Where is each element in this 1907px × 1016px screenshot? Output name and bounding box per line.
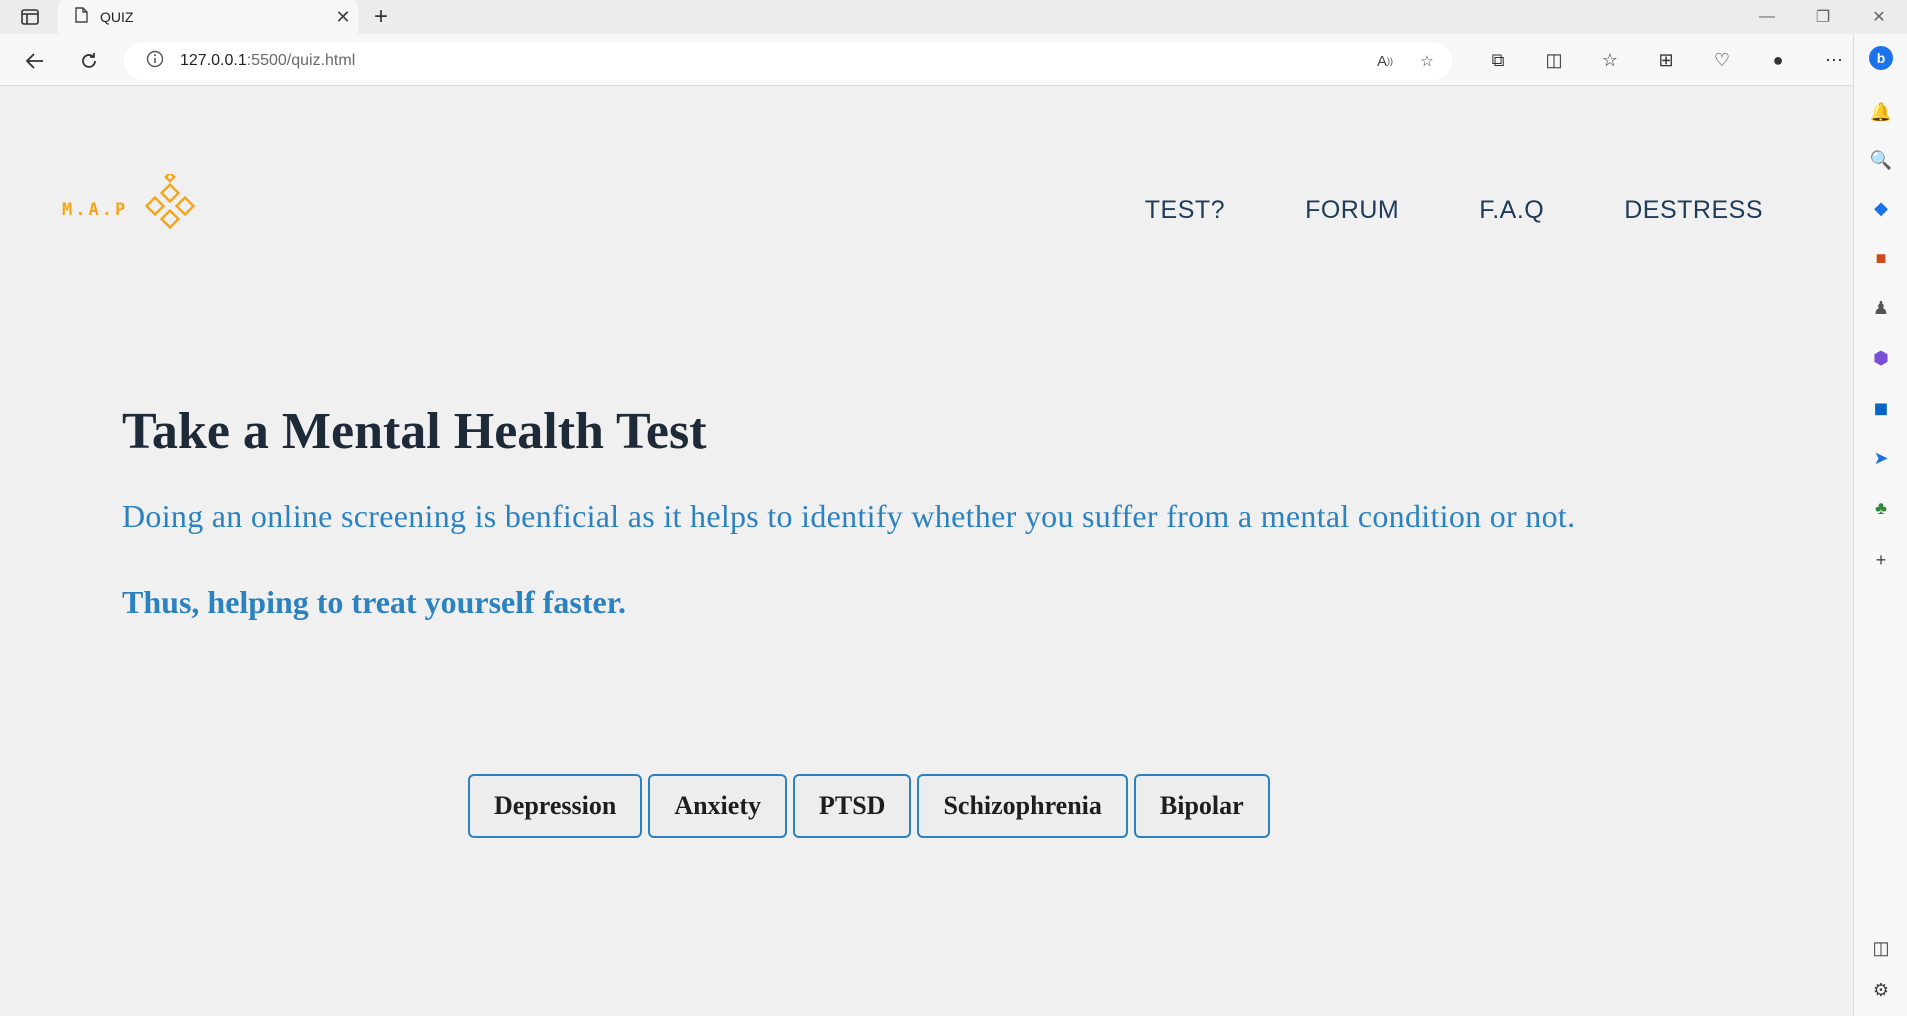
send-icon[interactable]: ➤	[1867, 444, 1895, 472]
collections-icon[interactable]: ⊞	[1638, 44, 1694, 76]
browser-tab[interactable]: QUIZ ✕	[58, 0, 358, 34]
site-info-icon[interactable]	[146, 50, 164, 73]
logo-text: M.A.P	[62, 200, 129, 220]
tab-close-icon[interactable]: ✕	[328, 2, 358, 32]
add-sidebar-app-icon[interactable]: +	[1867, 546, 1895, 574]
tab-bar: QUIZ ✕ + — ❐ ✕	[0, 0, 1907, 34]
page-heading: Take a Mental Health Test	[122, 403, 707, 460]
nav-faq[interactable]: F.A.Q	[1479, 196, 1544, 225]
search-icon[interactable]: 🔍	[1867, 146, 1895, 174]
new-tab-button[interactable]: +	[366, 3, 396, 31]
sidebar-toggle-icon[interactable]: ◫	[1867, 934, 1895, 962]
diamond-logo-icon	[144, 174, 196, 230]
restore-button[interactable]: ❐	[1795, 0, 1851, 34]
tab-title: QUIZ	[100, 9, 134, 25]
description-text: Doing an online screening is benficial a…	[122, 498, 1576, 534]
tab-actions-icon[interactable]	[14, 6, 46, 28]
url-text: 127.0.0.1:5500/quiz.html	[180, 52, 355, 70]
read-aloud-icon[interactable]: A))	[1370, 48, 1400, 74]
nav-test[interactable]: TEST?	[1145, 196, 1225, 225]
extensions-icon[interactable]: ⧉	[1470, 44, 1526, 76]
nav-forum[interactable]: FORUM	[1305, 196, 1399, 225]
page-icon	[74, 6, 88, 28]
favorite-star-icon[interactable]: ☆	[1412, 48, 1442, 74]
emphasis-text: Thus, helping to treat yourself faster.	[122, 584, 626, 620]
ptsd-test-button[interactable]: PTSD	[792, 774, 912, 838]
svg-text:b: b	[1877, 50, 1886, 66]
main-nav: TEST? FORUM F.A.Q DESTRESS	[1145, 196, 1763, 225]
performance-icon[interactable]: ♡	[1694, 44, 1750, 76]
test-buttons: Depression Anxiety PTSD Schizophrenia Bi…	[468, 774, 1270, 838]
settings-gear-icon[interactable]: ⚙	[1867, 976, 1895, 1004]
url-path: :5500/quiz.html	[246, 52, 356, 69]
outlook-icon[interactable]: ◼	[1867, 394, 1895, 422]
edge-sidebar: b 🔔 🔍 ◆ ■ ♟ ⬢ ◼ ➤ ♣ + ◫ ⚙	[1853, 34, 1907, 1016]
page-content: M.A.P TEST? FORUM F.A.Q DESTRESS Take a …	[0, 86, 1853, 1016]
toolbar-icons: ⧉ ◫ ☆ ⊞ ♡ ● ⋯	[1470, 44, 1862, 76]
notifications-icon[interactable]: 🔔	[1867, 98, 1895, 126]
minimize-button[interactable]: —	[1739, 0, 1795, 34]
tools-icon[interactable]: ■	[1867, 244, 1895, 272]
copilot-icon[interactable]: b	[1867, 44, 1895, 72]
bipolar-test-button[interactable]: Bipolar	[1133, 774, 1270, 838]
shopping-tag-icon[interactable]: ◆	[1867, 194, 1895, 222]
schizophrenia-test-button[interactable]: Schizophrenia	[917, 774, 1128, 838]
browser-toolbar: 127.0.0.1:5500/quiz.html A)) ☆ ⧉ ◫ ☆ ⊞ ♡…	[0, 34, 1907, 86]
address-bar[interactable]: 127.0.0.1:5500/quiz.html A)) ☆	[124, 42, 1452, 80]
refresh-button[interactable]	[74, 46, 104, 76]
back-button[interactable]	[20, 46, 50, 76]
tree-icon[interactable]: ♣	[1867, 494, 1895, 522]
favorites-icon[interactable]: ☆	[1582, 44, 1638, 76]
close-window-button[interactable]: ✕	[1851, 0, 1907, 34]
site-logo[interactable]: M.A.P	[62, 174, 212, 244]
window-controls: — ❐ ✕	[1739, 0, 1907, 34]
url-host: 127.0.0.1	[180, 52, 247, 69]
profile-icon[interactable]: ●	[1750, 44, 1806, 76]
depression-test-button[interactable]: Depression	[468, 774, 643, 838]
nav-destress[interactable]: DESTRESS	[1624, 196, 1763, 225]
games-icon[interactable]: ♟	[1867, 294, 1895, 322]
office-icon[interactable]: ⬢	[1867, 344, 1895, 372]
anxiety-test-button[interactable]: Anxiety	[648, 774, 787, 838]
split-screen-icon[interactable]: ◫	[1526, 44, 1582, 76]
